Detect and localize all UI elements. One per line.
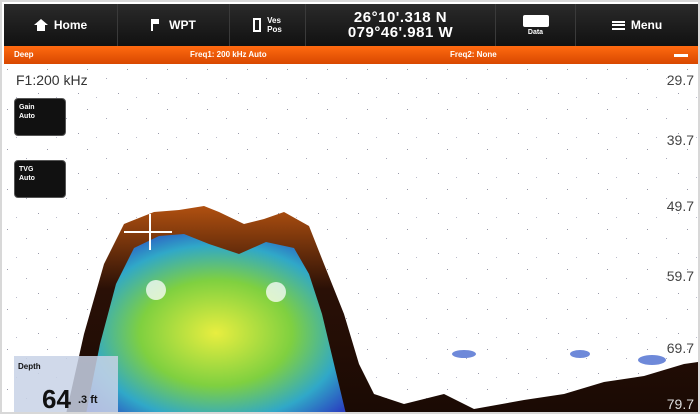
depth-tick: 29.7 [666,72,694,88]
vespos-line1: Ves [267,16,281,25]
tvg-line1: TVG [19,166,34,173]
depth-tick: 79.7 [666,396,694,412]
depth-value: 64 [42,384,71,414]
wpt-button[interactable]: WPT [118,4,230,46]
freq1-label: Freq1: 200 kHz Auto [190,50,267,59]
home-icon [33,19,48,31]
home-label: Home [53,18,88,32]
longitude: 079°46'.981 W [347,24,454,41]
vessel-position-button[interactable]: Ves Pos [230,4,306,46]
vespos-line2: Pos [267,25,282,34]
data-icon [522,14,549,27]
latitude: 26°10'.318 N [353,9,448,26]
menu-icon [611,20,625,30]
home-button[interactable]: Home [4,4,118,46]
status-strip: Deep Freq1: 200 kHz Auto Freq2: None [4,46,698,64]
gain-line2: Auto [19,113,35,120]
vessel-icon [253,18,262,32]
frequency-label: F1:200 kHz [16,72,88,88]
depth-readout: Depth 64 .3 ft [14,356,118,414]
gain-line1: Gain [19,104,35,111]
data-button[interactable]: Data [496,4,576,46]
position-readout: 26°10'.318 N 079°46'.981 W [306,4,496,46]
waypoint-icon [151,19,163,31]
top-bar: Home WPT Ves Pos 26°10'.318 N 079°46'.98… [4,4,698,46]
depth-label: Depth [18,362,41,371]
mode-label: Deep [14,50,34,59]
fishfinder-screen: Home WPT Ves Pos 26°10'.318 N 079°46'.98… [0,0,700,414]
tvg-auto-button[interactable]: TVG Auto [14,160,66,198]
gain-auto-button[interactable]: Gain Auto [14,98,66,136]
freq2-label: Freq2: None [450,50,497,59]
depth-tick: 39.7 [666,132,694,148]
tvg-line2: Auto [19,175,35,182]
depth-unit: .3 ft [78,394,98,406]
menu-label: Menu [630,18,663,32]
menu-button[interactable]: Menu [576,4,698,46]
depth-tick: 59.7 [666,268,694,284]
sonar-display[interactable]: F1:200 kHz Gain Auto TVG Auto 29.7 39.7 … [4,64,698,414]
depth-tick: 49.7 [666,198,694,214]
minimize-icon[interactable] [674,54,688,57]
data-label: Data [527,28,544,36]
depth-tick: 69.7 [666,340,694,356]
wpt-label: WPT [169,18,196,32]
